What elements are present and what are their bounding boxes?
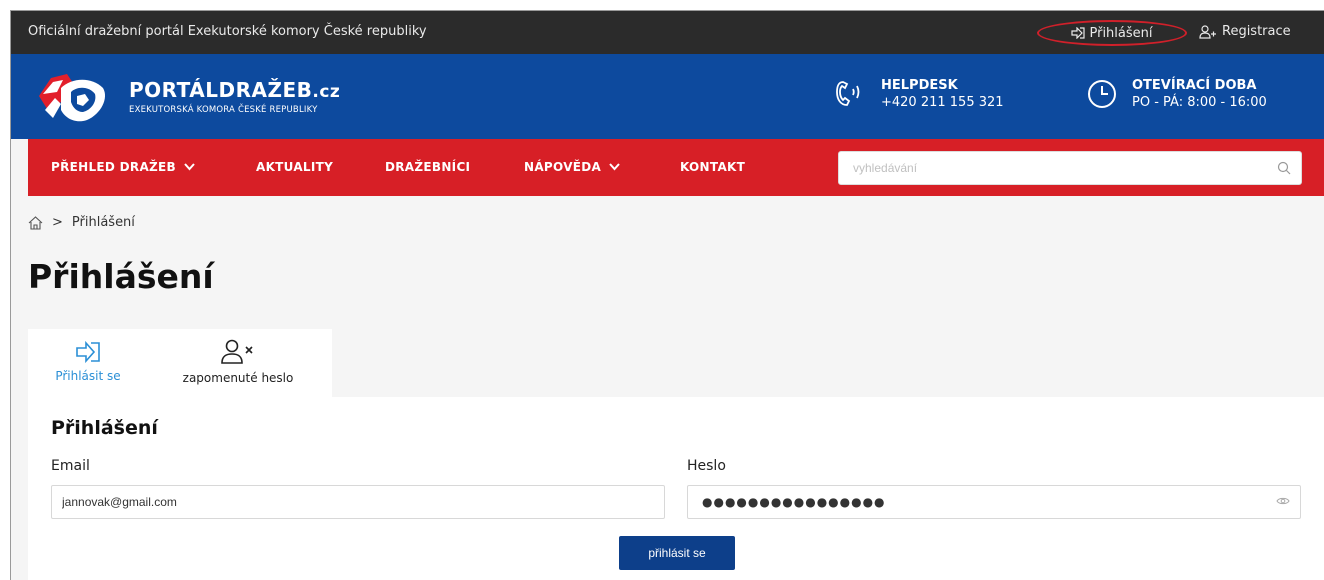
login-tabs: Přihlásit se zapomenuté heslo [28, 329, 332, 397]
nav-item-label: DRAŽEBNÍCI [385, 160, 471, 174]
chevron-down-icon [609, 163, 620, 171]
brand-name: PORTÁLDRAŽEB.cz [129, 78, 341, 102]
helpdesk-title: HELPDESK [881, 78, 958, 93]
top-bar: Oficiální dražební portál Exekutorské ko… [11, 11, 1324, 54]
tab-login-label: Přihlásit se [55, 369, 121, 383]
nav-item-drazebnici[interactable]: DRAŽEBNÍCI [385, 160, 470, 174]
nav-item-prehled-drazeb[interactable]: PŘEHLED DRAŽEB [51, 160, 195, 174]
brand-tld: .cz [312, 82, 341, 102]
user-remove-icon [221, 339, 253, 364]
top-register-label: Registrace [1222, 24, 1291, 39]
home-icon[interactable] [28, 215, 43, 230]
official-portal-text: Oficiální dražební portál Exekutorské ko… [28, 24, 427, 39]
nav-item-label: PŘEHLED DRAŽEB [51, 160, 176, 174]
email-field-wrapper [51, 485, 665, 519]
tab-forgotten-password[interactable]: zapomenuté heslo [158, 329, 318, 397]
login-submit-button[interactable]: přihlásit se [619, 536, 735, 570]
user-add-icon [1199, 24, 1216, 39]
helpdesk-info: HELPDESK +420 211 155 321 [831, 78, 1004, 110]
login-icon [76, 341, 100, 363]
nav-item-kontakt[interactable]: KONTAKT [680, 160, 745, 174]
tab-login[interactable]: Přihlásit se [38, 329, 138, 397]
main-nav: PŘEHLED DRAŽEB AKTUALITY DRAŽEBNÍCI NÁPO… [28, 139, 1324, 196]
password-value: ●●●●●●●●●●●●●●●● [702, 495, 886, 509]
login-form-panel: Přihlášení Email Heslo ●●●●●●●●●●●●●●●● … [28, 397, 1324, 580]
browser-viewport: Oficiální dražební portál Exekutorské ko… [10, 10, 1324, 580]
site-header: PORTÁLDRAŽEB.cz EXEKUTORSKÁ KOMORA ČESKÉ… [11, 54, 1324, 139]
search-icon[interactable] [1277, 161, 1291, 175]
tab-forgotten-label: zapomenuté heslo [182, 371, 294, 385]
breadcrumb-separator: > [52, 215, 63, 230]
brand[interactable]: PORTÁLDRAŽEB.cz EXEKUTORSKÁ KOMORA ČESKÉ… [129, 78, 340, 115]
nav-item-aktuality[interactable]: AKTUALITY [256, 160, 333, 174]
phone-icon [836, 81, 860, 106]
search-box [838, 151, 1302, 185]
chevron-down-icon [184, 163, 195, 171]
nav-item-label: NÁPOVĚDA [524, 160, 602, 174]
breadcrumb-current: Přihlášení [71, 215, 135, 230]
email-label: Email [51, 458, 90, 474]
top-register-link[interactable]: Registrace [1199, 24, 1291, 39]
brand-subtitle: EXEKUTORSKÁ KOMORA ČESKÉ REPUBLIKY [129, 105, 318, 115]
top-login-label: Přihlášení [1089, 25, 1153, 41]
search-input[interactable] [839, 152, 1259, 184]
password-field[interactable]: ●●●●●●●●●●●●●●●● [687, 485, 1301, 519]
nav-item-label: KONTAKT [680, 160, 746, 174]
page-title: Přihlášení [28, 257, 214, 296]
breadcrumb: > Přihlášení [28, 215, 135, 230]
hours-text: PO - PÁ: 8:00 - 16:00 [1132, 95, 1267, 110]
hours-title: OTEVÍRACÍ DOBA [1132, 78, 1257, 93]
email-field[interactable] [52, 486, 664, 518]
clock-icon [1088, 80, 1116, 108]
opening-hours-info: OTEVÍRACÍ DOBA PO - PÁ: 8:00 - 16:00 [1086, 78, 1267, 110]
login-icon [1071, 27, 1086, 39]
password-label: Heslo [687, 458, 726, 474]
logo-mark[interactable] [31, 68, 111, 128]
helpdesk-phone[interactable]: +420 211 155 321 [881, 95, 1004, 110]
nav-item-label: AKTUALITY [256, 160, 334, 174]
top-login-link[interactable]: Přihlášení [1037, 20, 1187, 46]
eye-icon[interactable] [1276, 496, 1290, 506]
nav-item-napoveda[interactable]: NÁPOVĚDA [524, 160, 620, 174]
form-title: Přihlášení [51, 417, 158, 439]
